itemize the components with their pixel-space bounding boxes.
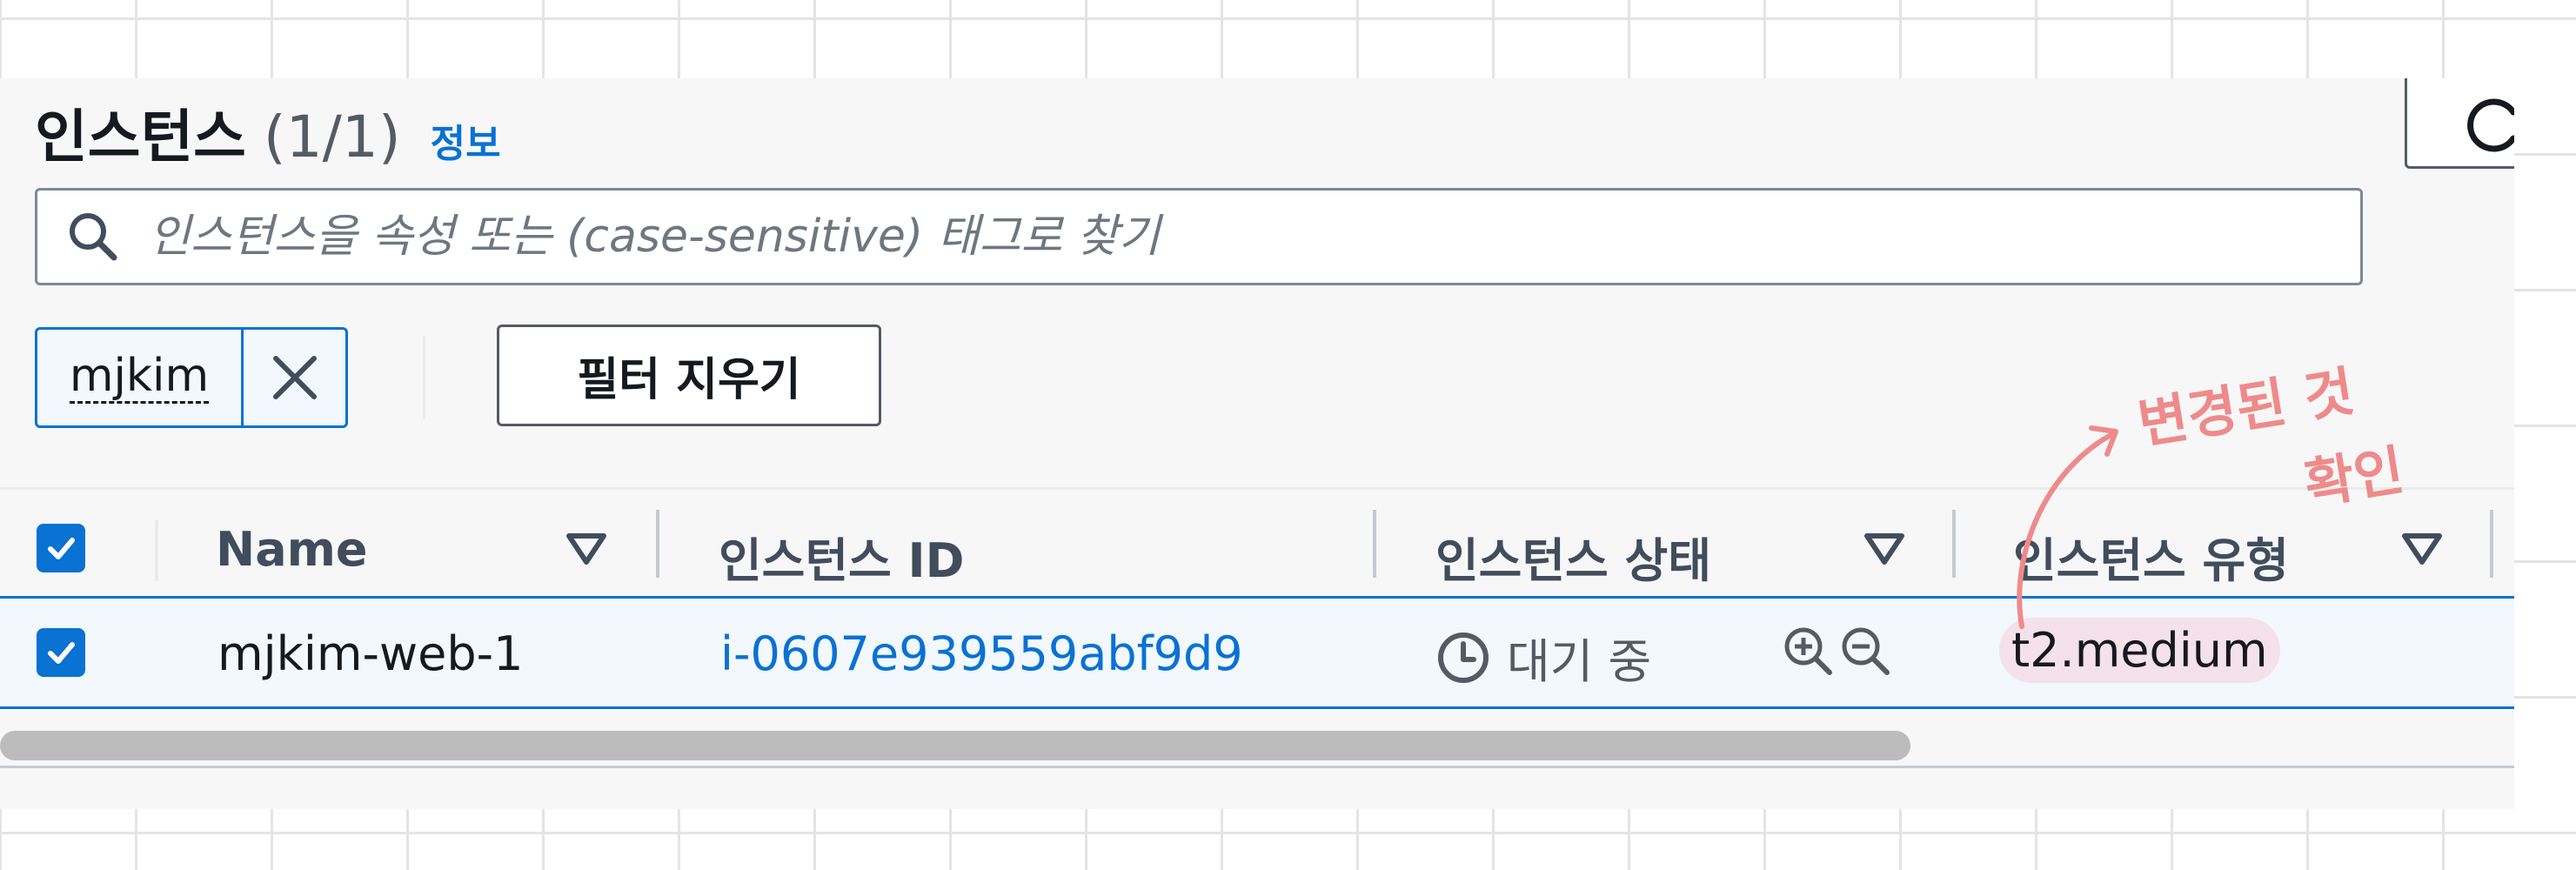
instance-id-link[interactable]: i-0607e939559abf9d9 <box>720 626 1243 681</box>
zoom-in-icon[interactable] <box>1782 625 1834 681</box>
title-row: 인스턴스 (1/1) 정보 <box>35 90 501 174</box>
scrollbar-thumb[interactable] <box>0 731 1910 760</box>
zoom-controls <box>1782 625 1897 681</box>
refresh-icon <box>2467 98 2514 152</box>
horizontal-scrollbar[interactable] <box>0 731 2514 766</box>
remove-filter-button[interactable] <box>241 330 345 425</box>
column-resizer[interactable] <box>1952 510 1956 578</box>
column-resizer[interactable] <box>1373 510 1376 578</box>
info-link[interactable]: 정보 <box>431 112 501 168</box>
sort-icon[interactable] <box>565 532 607 567</box>
checkbox-checked-icon <box>48 642 75 664</box>
clock-icon <box>1438 632 1489 683</box>
sort-icon[interactable] <box>2401 532 2443 567</box>
column-header-instance-id[interactable]: 인스턴스 ID <box>719 522 964 591</box>
column-divider <box>155 520 158 581</box>
instance-state: 대기 중 <box>1435 623 1651 692</box>
filter-token[interactable]: mjkim <box>35 327 348 428</box>
column-header-instance-state[interactable]: 인스턴스 상태 <box>1435 522 1711 591</box>
column-header-name[interactable]: Name <box>216 522 368 577</box>
instance-state-label: 대기 중 <box>1507 634 1652 689</box>
search-input[interactable] <box>147 210 2308 264</box>
zoom-out-icon[interactable] <box>1839 625 1891 681</box>
column-resizer[interactable] <box>656 510 659 578</box>
page-title: 인스턴스 <box>35 104 246 171</box>
table-bottom-divider <box>0 766 2514 768</box>
instance-name: mjkim-web-1 <box>217 626 524 681</box>
refresh-button[interactable] <box>2405 78 2514 169</box>
row-checkbox[interactable] <box>37 628 85 677</box>
filter-token-text: mjkim <box>69 351 210 405</box>
annotation-text-line2: 확인 <box>2299 438 2408 517</box>
checkbox-checked-icon <box>48 538 75 559</box>
search-icon <box>70 213 117 261</box>
filter-token-label: mjkim <box>37 330 241 425</box>
close-icon <box>272 356 317 399</box>
search-bar[interactable] <box>35 188 2363 285</box>
clear-filters-button[interactable]: 필터 지우기 <box>497 325 881 426</box>
sort-icon[interactable] <box>1863 532 1905 567</box>
column-resizer[interactable] <box>2490 510 2493 578</box>
annotation-arrow-icon <box>2017 425 2118 629</box>
select-all-checkbox[interactable] <box>37 524 85 572</box>
filter-divider <box>423 336 425 419</box>
instance-count: (1/1) <box>263 104 401 171</box>
